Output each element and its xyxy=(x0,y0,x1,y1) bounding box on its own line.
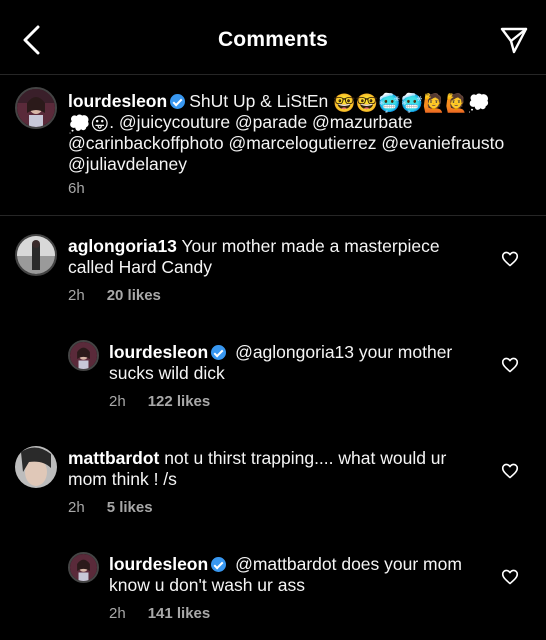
avatar-image xyxy=(17,236,55,274)
verified-icon xyxy=(170,94,186,109)
verified-icon xyxy=(211,345,227,360)
emoji-thought-balloon: 💭 xyxy=(467,93,491,113)
heart-icon xyxy=(501,251,519,267)
comment-meta: 2h 122 likes xyxy=(109,393,210,410)
verified-icon xyxy=(211,557,227,572)
avatar[interactable] xyxy=(15,446,57,488)
avatar-image xyxy=(70,342,97,369)
caption-section: lourdesleon ShUt Up & LiStEn 🤓🤓🥶🥶🙋🙋💭 💭😛. @… xyxy=(0,74,546,216)
emoji-cold-face: 🥶 xyxy=(400,93,423,113)
emoji-cold-face: 🥶 xyxy=(378,93,401,113)
avatar[interactable] xyxy=(68,340,99,371)
comment-likes[interactable]: 5 likes xyxy=(107,499,153,516)
emoji-thought-balloon: 💭 xyxy=(68,114,91,134)
comment-item: mattbardot not u thirst trapping.... wha… xyxy=(0,428,546,528)
header-bar: Comments xyxy=(0,0,546,74)
comment-time: 2h xyxy=(68,499,85,516)
comment-meta: 2h 141 likes xyxy=(109,605,210,622)
avatar-image xyxy=(15,446,57,488)
comment-text: aglongoria13 Your mother made a masterpi… xyxy=(68,236,488,278)
avatar-image xyxy=(17,89,55,127)
comment-likes[interactable]: 20 likes xyxy=(107,287,161,304)
comment-username[interactable]: lourdesleon xyxy=(109,342,208,362)
comment-likes[interactable]: 141 likes xyxy=(148,605,211,622)
like-button[interactable] xyxy=(499,354,521,376)
reply-item: lourdesleon @mattbardot does your mom kn… xyxy=(0,534,546,640)
comment-time: 2h xyxy=(109,393,126,410)
comment-meta: 2h 20 likes xyxy=(68,287,161,304)
avatar[interactable] xyxy=(15,234,57,276)
like-button[interactable] xyxy=(499,460,521,482)
caption-text-start: ShUt Up & LiStEn xyxy=(189,91,329,111)
like-button[interactable] xyxy=(499,248,521,270)
comment-username[interactable]: lourdesleon xyxy=(109,554,208,574)
comment-likes[interactable]: 122 likes xyxy=(148,393,211,410)
comment-time: 2h xyxy=(109,605,126,622)
caption-text-rest: . @juicycouture @parade @mazurbate @cari… xyxy=(68,112,505,174)
caption-time: 6h xyxy=(68,180,85,197)
comment-username[interactable]: aglongoria13 xyxy=(68,236,177,256)
like-button[interactable] xyxy=(499,566,521,588)
reply-item: lourdesleon @aglongoria13 your mother su… xyxy=(0,322,546,422)
emoji-nerd-face: 🤓 xyxy=(333,93,356,113)
emoji-person-raising-hand: 🙋 xyxy=(422,93,446,113)
comment-meta: 2h 5 likes xyxy=(68,499,153,516)
emoji-tongue-face: 😛 xyxy=(90,114,110,134)
comment-text: lourdesleon @mattbardot does your mom kn… xyxy=(109,554,489,596)
avatar[interactable] xyxy=(68,552,99,583)
heart-icon xyxy=(501,357,519,373)
share-button[interactable] xyxy=(496,22,532,58)
comment-username[interactable]: mattbardot xyxy=(68,448,159,468)
emoji-person-raising-hand: 🙋 xyxy=(445,93,468,113)
emoji-nerd-face: 🤓 xyxy=(355,93,379,113)
avatar-image xyxy=(70,554,97,581)
heart-icon xyxy=(501,569,519,585)
comment-text: lourdesleon @aglongoria13 your mother su… xyxy=(109,342,489,384)
caption-text: lourdesleon ShUt Up & LiStEn 🤓🤓🥶🥶🙋🙋💭 💭😛. @… xyxy=(68,91,530,175)
avatar[interactable] xyxy=(15,87,57,129)
page-title: Comments xyxy=(217,28,329,51)
paper-plane-icon xyxy=(500,27,528,54)
comment-item: aglongoria13 Your mother made a masterpi… xyxy=(0,216,546,316)
comment-text: mattbardot not u thirst trapping.... wha… xyxy=(68,448,488,490)
caption-username[interactable]: lourdesleon xyxy=(68,91,167,111)
comment-time: 2h xyxy=(68,287,85,304)
heart-icon xyxy=(501,463,519,479)
